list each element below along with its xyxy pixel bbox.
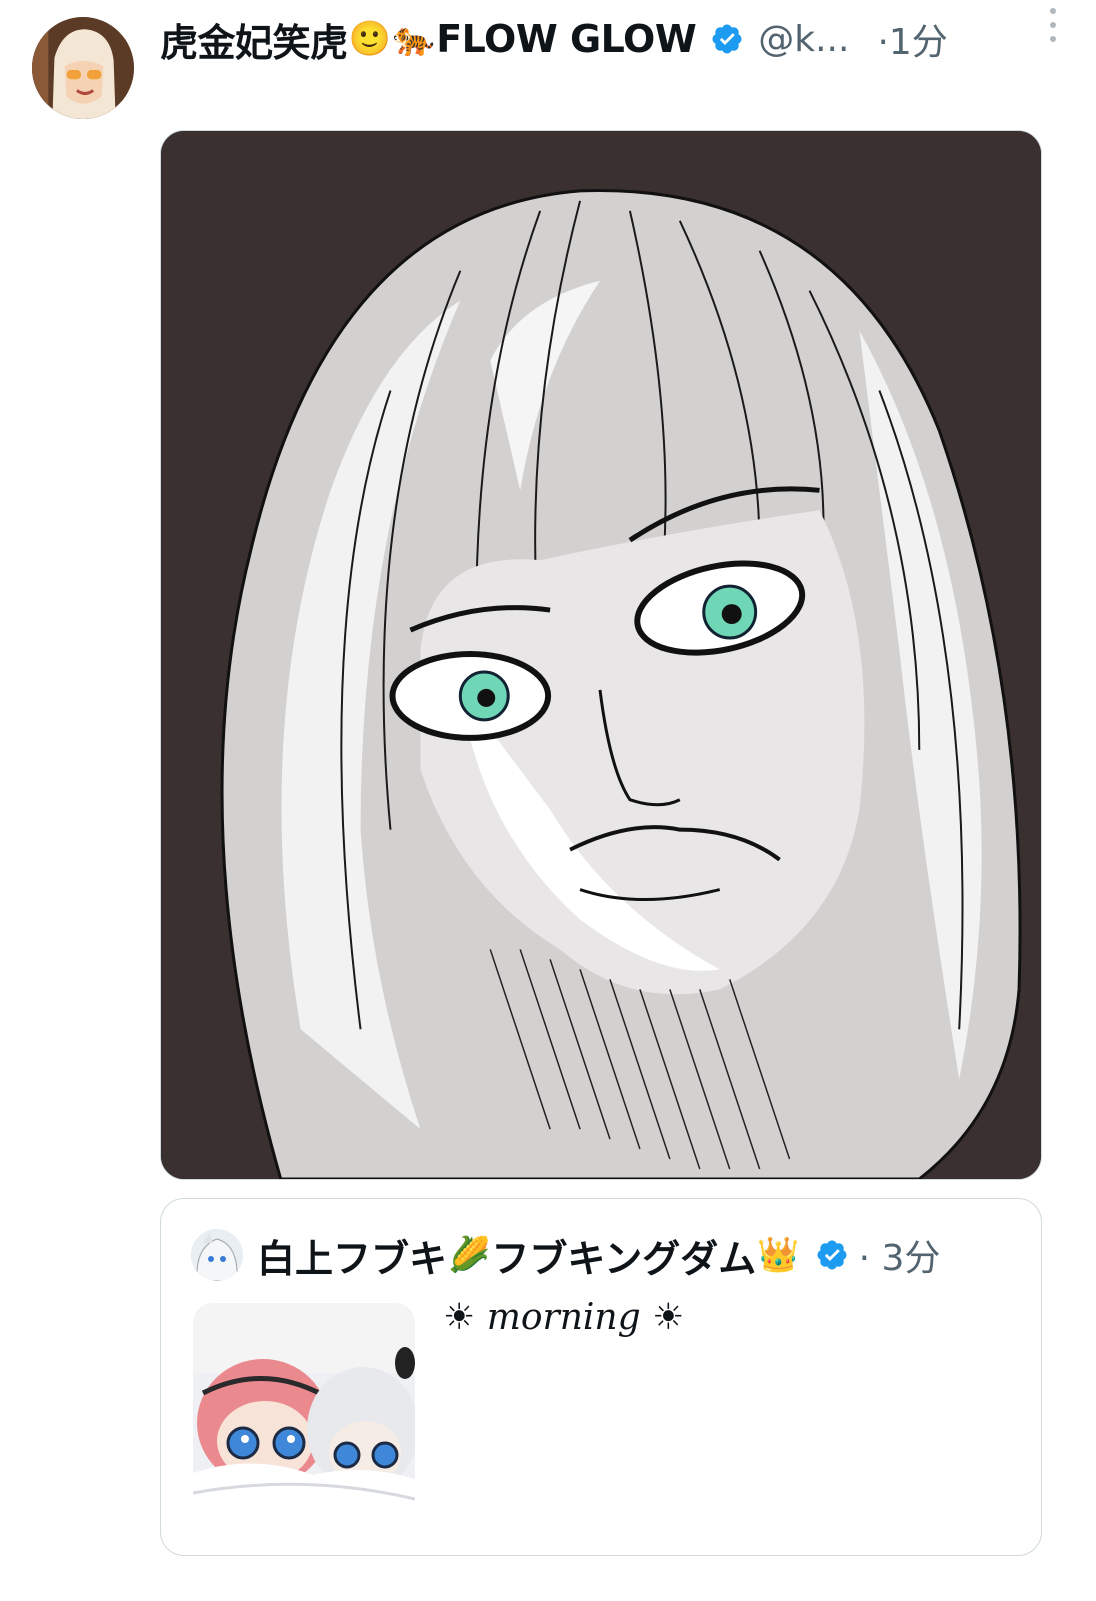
author-display-name[interactable]: 虎金妃笑虎 [160,12,348,67]
crown-emoji: 👑 [757,1235,800,1275]
verified-badge-icon [710,22,744,56]
quoted-author-display-name-suffix[interactable]: フブキングダム [491,1228,756,1283]
smiley-emoji: 🙂 [348,19,391,59]
illustration-image-icon [161,131,1041,1179]
quoted-avatar-image-icon [191,1229,243,1281]
quoted-post-timestamp[interactable]: · 3分 [859,1229,941,1281]
quoted-post-card[interactable]: 白上フブキ 🌽 フブキングダム 👑 · 3分 ☀ morning ☀ [160,1198,1042,1556]
avatar-image-icon [32,17,134,119]
tiger-emoji: 🐅 [392,19,436,59]
post-media[interactable] [160,130,1042,1180]
plush-photo-image-icon [193,1303,415,1525]
author-display-name-suffix[interactable]: FLOW GLOW [436,17,697,61]
post-timestamp[interactable]: ·1分 [877,13,947,65]
author-handle[interactable]: @k... [758,19,849,60]
quoted-post-media-thumbnail[interactable] [193,1303,415,1525]
quoted-post-header: 白上フブキ 🌽 フブキングダム 👑 · 3分 [191,1229,940,1281]
quoted-author-avatar[interactable] [191,1229,243,1281]
post-header: 虎金妃笑虎 🙂 🐅 FLOW GLOW @k... ·1分 [160,12,1065,67]
author-avatar[interactable] [32,17,134,119]
more-options-icon[interactable] [1046,8,1060,42]
quoted-post-text: ☀ morning ☀ [443,1297,685,1338]
quoted-author-display-name[interactable]: 白上フブキ [257,1228,447,1283]
corn-emoji: 🌽 [448,1235,491,1275]
quoted-verified-badge-icon [815,1238,849,1272]
